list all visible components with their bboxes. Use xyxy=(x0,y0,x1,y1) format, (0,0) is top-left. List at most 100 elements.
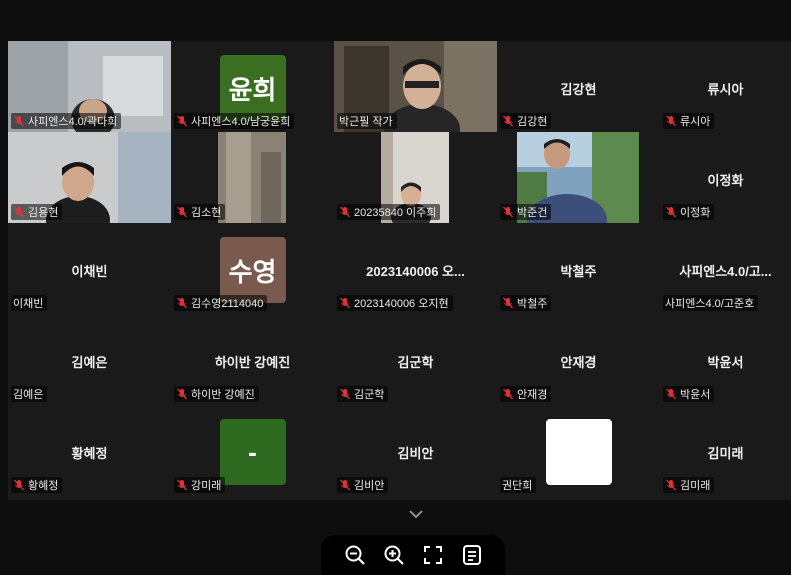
participant-display-name: 김비안 xyxy=(397,446,434,461)
participant-tile-1[interactable]: 사피엔스4.0/곽다희 xyxy=(8,41,171,132)
mic-muted-icon xyxy=(177,115,187,127)
participant-name: 박준건 xyxy=(517,207,548,219)
mic-muted-icon xyxy=(666,115,676,127)
participant-tile-17[interactable]: 하이반 강예진 하이반 강예진 xyxy=(171,314,334,405)
zoom-in-icon xyxy=(384,545,404,565)
participant-label: 안재경 xyxy=(500,386,552,402)
participant-tile-22[interactable]: - 강미래 xyxy=(171,405,334,496)
avatar: - xyxy=(219,419,286,485)
video-grid: 사피엔스4.0/곽다희 윤희 사피엔스4.0/남궁윤희 박근필 작가 김강현 김… xyxy=(8,41,791,500)
participant-label: 하이반 강예진 xyxy=(174,386,259,402)
participant-label: 사피엔스4.0/남궁윤희 xyxy=(174,113,295,129)
participant-label: 황혜정 xyxy=(11,477,63,493)
participant-tile-16[interactable]: 김예은 김예은 xyxy=(8,314,171,405)
participant-label: 박윤서 xyxy=(663,386,715,402)
participant-name: 김수영2114040 xyxy=(191,298,264,310)
mic-muted-icon xyxy=(503,297,513,309)
mic-muted-icon xyxy=(177,388,187,400)
mic-muted-icon xyxy=(14,115,24,127)
participant-display-name: 김미래 xyxy=(707,446,744,461)
zoom-out-icon xyxy=(345,545,365,565)
mic-muted-icon xyxy=(14,479,24,491)
participant-tile-19[interactable]: 안재경 안재경 xyxy=(497,314,660,405)
fullscreen-button[interactable] xyxy=(421,543,445,567)
avatar: 수영 xyxy=(219,237,286,303)
mic-muted-icon xyxy=(503,206,513,218)
participant-tile-25[interactable]: 김미래 김미래 xyxy=(660,405,791,496)
participant-tile-12[interactable]: 수영 김수영2114040 xyxy=(171,223,334,314)
participant-display-name: 2023140006 오... xyxy=(366,264,465,279)
participant-tile-6[interactable]: 김용현 xyxy=(8,132,171,223)
mic-muted-icon xyxy=(503,388,513,400)
participant-label: 김비안 xyxy=(337,477,389,493)
participant-display-name: 김군학 xyxy=(397,355,434,370)
participant-tile-11[interactable]: 이채빈 이채빈 xyxy=(8,223,171,314)
participant-tile-18[interactable]: 김군학 김군학 xyxy=(334,314,497,405)
mic-muted-icon xyxy=(177,297,187,309)
participant-name: 황혜정 xyxy=(28,480,59,492)
participant-tile-14[interactable]: 박철주 박철주 xyxy=(497,223,660,314)
mic-muted-icon xyxy=(340,297,350,309)
avatar: 윤희 xyxy=(219,55,286,121)
participant-name: 강미래 xyxy=(191,480,222,492)
participant-label: 권단희 xyxy=(500,477,537,493)
participant-tile-20[interactable]: 박윤서 박윤서 xyxy=(660,314,791,405)
mic-muted-icon xyxy=(14,206,24,218)
participant-name: 김용현 xyxy=(28,207,59,219)
participant-name: 김소현 xyxy=(191,207,222,219)
participant-tile-7[interactable]: 김소현 xyxy=(171,132,334,223)
participant-label: 김수영2114040 xyxy=(174,295,268,311)
participant-tile-21[interactable]: 황혜정 황혜정 xyxy=(8,405,171,496)
participant-name: 김비안 xyxy=(354,480,385,492)
participant-tile-15[interactable]: 사피엔스4.0/고... 사피엔스4.0/고준호 xyxy=(660,223,791,314)
participant-tile-10[interactable]: 이정화 이정화 xyxy=(660,132,791,223)
participant-label: 강미래 xyxy=(174,477,226,493)
participant-tile-13[interactable]: 2023140006 오... 2023140006 오지현 xyxy=(334,223,497,314)
participant-display-name: 김강현 xyxy=(560,82,597,97)
participant-tile-8[interactable]: 20235840 이주희 xyxy=(334,132,497,223)
participant-display-name: 김예은 xyxy=(71,355,108,370)
participant-name: 박근필 작가 xyxy=(339,116,393,128)
participant-name: 20235840 이주희 xyxy=(354,207,437,219)
mic-muted-icon xyxy=(666,206,676,218)
participant-display-name: 안재경 xyxy=(560,355,597,370)
chevron-down-icon[interactable] xyxy=(406,506,426,522)
participant-tile-5[interactable]: 류시아 류시아 xyxy=(660,41,791,132)
participant-tile-4[interactable]: 김강현 김강현 xyxy=(497,41,660,132)
participant-tile-3-active-speaker[interactable]: 박근필 작가 xyxy=(334,41,497,132)
participant-tile-23[interactable]: 김비안 김비안 xyxy=(334,405,497,496)
participant-display-name: 이채빈 xyxy=(71,264,108,279)
zoom-out-button[interactable] xyxy=(343,543,367,567)
participant-label: 이채빈 xyxy=(11,295,48,311)
participant-name: 류시아 xyxy=(680,116,711,128)
participant-label: 류시아 xyxy=(663,113,715,129)
mic-muted-icon xyxy=(177,206,187,218)
participant-name: 사피엔스4.0/곽다희 xyxy=(28,116,118,128)
participant-name: 김강현 xyxy=(517,116,548,128)
participant-tile-24[interactable]: 권단희 xyxy=(497,405,660,496)
participant-name: 안재경 xyxy=(517,389,548,401)
participant-label: 김소현 xyxy=(174,204,226,220)
participant-tile-9[interactable]: 박준건 xyxy=(497,132,660,223)
mic-muted-icon xyxy=(503,115,513,127)
participant-name: 김미래 xyxy=(680,480,711,492)
notes-button[interactable] xyxy=(460,543,484,567)
participant-label: 김예은 xyxy=(11,386,48,402)
participant-label: 2023140006 오지현 xyxy=(337,295,453,311)
participant-tile-2[interactable]: 윤희 사피엔스4.0/남궁윤희 xyxy=(171,41,334,132)
zoom-in-button[interactable] xyxy=(382,543,406,567)
participant-name: 사피엔스4.0/남궁윤희 xyxy=(191,116,291,128)
mic-muted-icon xyxy=(340,479,350,491)
fullscreen-icon xyxy=(423,546,442,564)
participant-label: 사피엔스4.0/곽다희 xyxy=(11,113,122,129)
participant-name: 사피엔스4.0/고준호 xyxy=(665,298,755,310)
participant-label: 박준건 xyxy=(500,204,552,220)
participant-display-name: 사피엔스4.0/고... xyxy=(679,264,772,279)
mic-muted-icon xyxy=(340,388,350,400)
participant-name: 김군학 xyxy=(354,389,385,401)
participant-label: 이정화 xyxy=(663,204,715,220)
participant-display-name: 황혜정 xyxy=(71,446,108,461)
participant-label: 김미래 xyxy=(663,477,715,493)
participant-name: 이채빈 xyxy=(13,298,44,310)
participant-label: 사피엔스4.0/고준호 xyxy=(663,295,759,311)
